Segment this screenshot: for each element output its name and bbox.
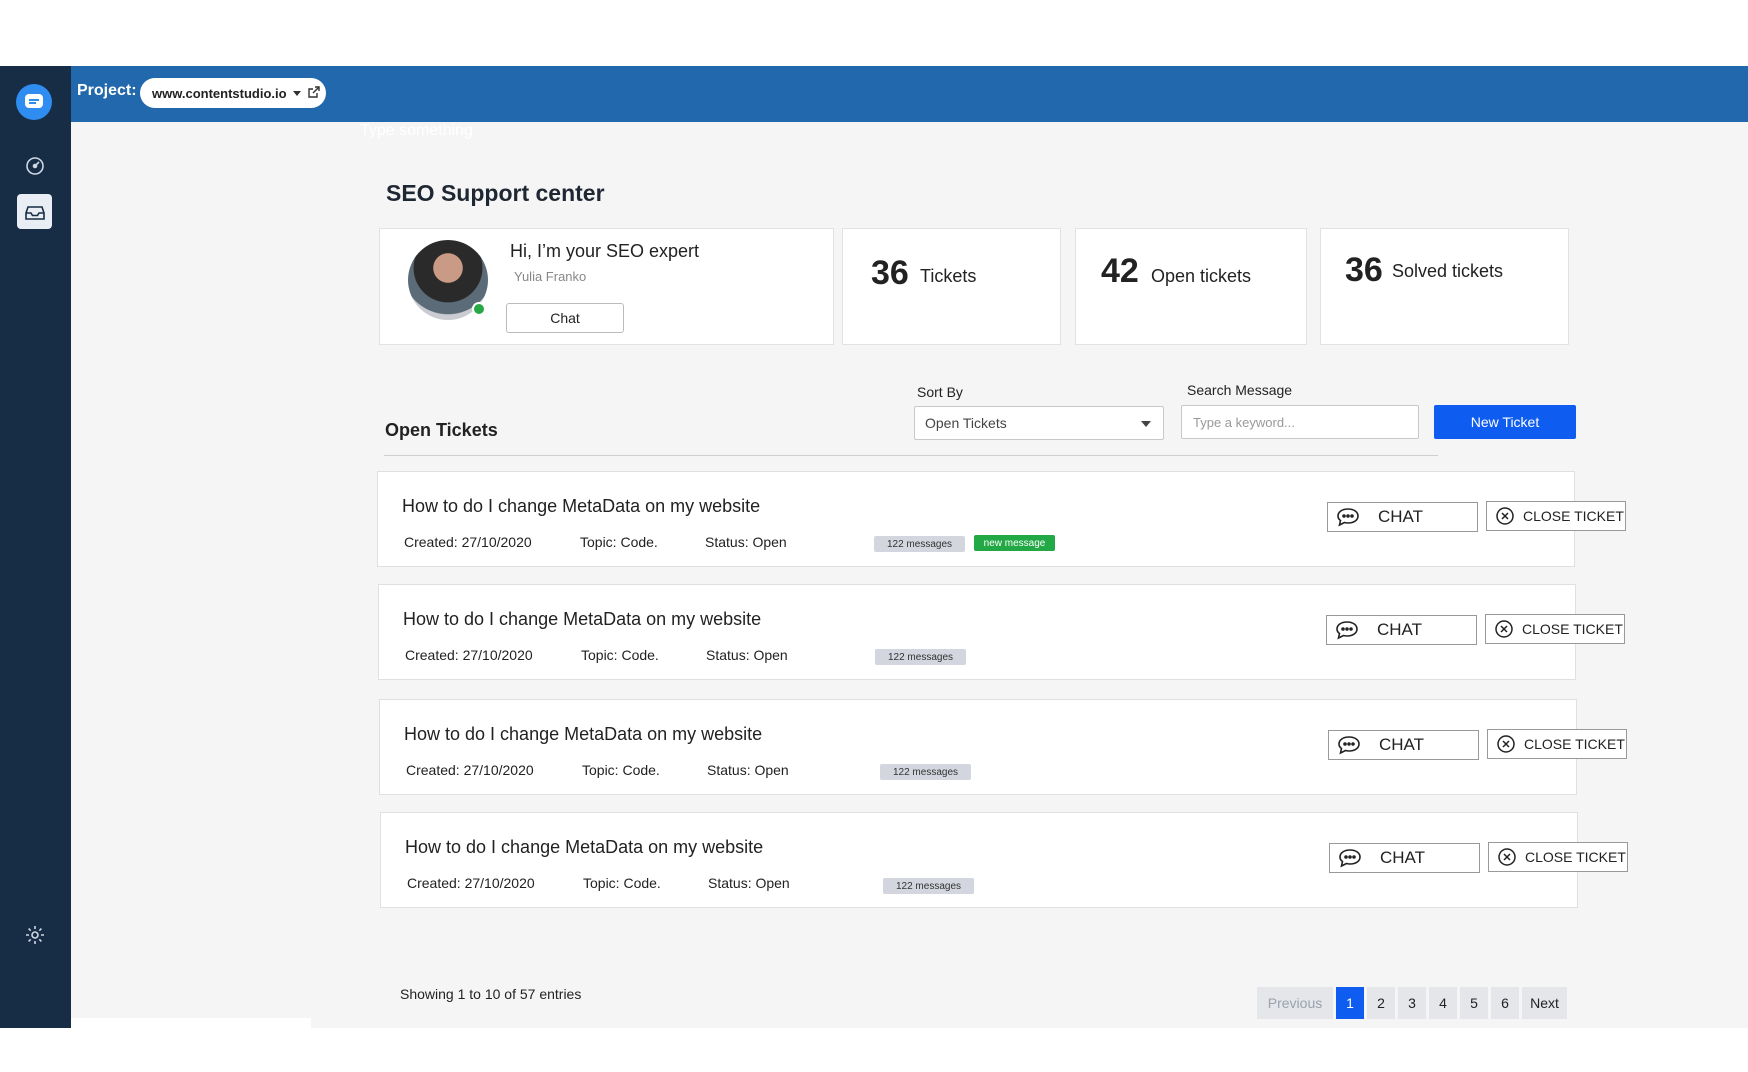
- stat-number: 42: [1101, 252, 1139, 290]
- ticket-title[interactable]: How to do I change MetaData on my websit…: [403, 609, 761, 630]
- stat-card-open: 42 Open tickets: [1075, 228, 1307, 345]
- close-ticket-button[interactable]: CLOSE TICKET: [1486, 501, 1626, 531]
- chat-button[interactable]: CHAT: [1326, 615, 1477, 645]
- page-button-1[interactable]: 1: [1336, 987, 1364, 1019]
- stat-number: 36: [1345, 251, 1383, 289]
- close-ticket-button[interactable]: CLOSE TICKET: [1485, 614, 1625, 644]
- close-ticket-button[interactable]: CLOSE TICKET: [1487, 729, 1627, 759]
- close-ticket-label: CLOSE TICKET: [1523, 508, 1624, 524]
- messages-badge: 122 messages: [874, 536, 965, 552]
- footer-strip: [355, 1036, 1748, 1072]
- footer-strip: [71, 1018, 311, 1072]
- close-ticket-button[interactable]: CLOSE TICKET: [1488, 842, 1628, 872]
- ticket-title[interactable]: How to do I change MetaData on my websit…: [402, 496, 760, 517]
- page-button-5[interactable]: 5: [1460, 987, 1488, 1019]
- chat-bubble-icon: [1337, 508, 1359, 527]
- sort-select[interactable]: Open Tickets: [914, 406, 1164, 440]
- ticket-created: Created: 27/10/2020: [407, 875, 535, 891]
- page-button-2[interactable]: 2: [1367, 987, 1395, 1019]
- close-ticket-label: CLOSE TICKET: [1525, 849, 1626, 865]
- project-value: www.contentstudio.io: [152, 85, 287, 101]
- expert-chat-button[interactable]: Chat: [506, 303, 624, 333]
- chevron-down-icon: [1141, 421, 1151, 427]
- messages-badge: 122 messages: [883, 878, 974, 894]
- chat-button[interactable]: CHAT: [1329, 843, 1480, 873]
- page-button-3[interactable]: 3: [1398, 987, 1426, 1019]
- project-label: Project:: [77, 82, 137, 99]
- expert-name: Yulia Franko: [514, 269, 587, 284]
- pagination: Previous 1 2 3 4 5 6 Next: [1257, 987, 1567, 1019]
- ticket-status: Status: Open: [708, 875, 790, 891]
- close-ticket-label: CLOSE TICKET: [1524, 736, 1625, 752]
- messages-badge: 122 messages: [875, 649, 966, 665]
- gear-icon[interactable]: [17, 917, 52, 952]
- expert-greeting: Hi, I’m your SEO expert: [510, 241, 700, 261]
- page-title: SEO Support center: [386, 180, 605, 206]
- main-content: Type something SEO Support center Hi, I’…: [71, 122, 1748, 1028]
- ticket-created: Created: 27/10/2020: [405, 647, 533, 663]
- ticket-row: How to do I change MetaData on my websit…: [379, 699, 1627, 795]
- stat-label: Tickets: [920, 266, 977, 286]
- section-title: Open Tickets: [385, 420, 498, 440]
- chat-label: CHAT: [1378, 507, 1424, 526]
- divider: [384, 455, 1438, 456]
- ticket-status: Status: Open: [706, 647, 788, 663]
- page-button-6[interactable]: 6: [1491, 987, 1519, 1019]
- ticket-row: How to do I change MetaData on my websit…: [377, 471, 1626, 567]
- ticket-topic: Topic: Code.: [580, 534, 658, 550]
- close-circle-icon: [1498, 848, 1516, 866]
- stat-label: Solved tickets: [1392, 261, 1504, 281]
- ticket-topic: Topic: Code.: [583, 875, 661, 891]
- close-circle-icon: [1496, 507, 1514, 525]
- sort-label: Sort By: [917, 384, 963, 400]
- chat-label: CHAT: [1377, 620, 1423, 639]
- chat-logo-icon[interactable]: [16, 84, 52, 120]
- search-input[interactable]: [1181, 405, 1419, 439]
- new-message-badge: new message: [974, 535, 1055, 551]
- expert-card: Hi, I’m your SEO expert Yulia Franko Cha…: [379, 228, 834, 345]
- next-page-button[interactable]: Next: [1522, 987, 1567, 1019]
- sidebar: [0, 66, 71, 1028]
- ticket-topic: Topic: Code.: [582, 762, 660, 778]
- sort-value: Open Tickets: [925, 415, 1007, 431]
- close-ticket-label: CLOSE TICKET: [1522, 621, 1623, 637]
- search-label: Search Message: [1187, 382, 1293, 398]
- stat-number: 36: [871, 254, 909, 292]
- messages-badge: 122 messages: [880, 764, 971, 780]
- chat-label: CHAT: [1379, 735, 1425, 754]
- ticket-status: Status: Open: [705, 534, 787, 550]
- dashboard-icon[interactable]: [17, 148, 52, 183]
- online-status-dot: [472, 302, 486, 316]
- stat-card-solved: 36 Solved tickets: [1320, 228, 1569, 345]
- close-circle-icon: [1497, 735, 1515, 753]
- ticket-created: Created: 27/10/2020: [404, 534, 532, 550]
- chat-bubble-icon: [1336, 621, 1358, 640]
- inbox-icon[interactable]: [17, 194, 52, 229]
- chat-bubble-icon: [1339, 849, 1361, 868]
- ticket-title[interactable]: How to do I change MetaData on my websit…: [404, 724, 762, 745]
- ticket-row: How to do I change MetaData on my websit…: [378, 584, 1625, 680]
- ticket-row: How to do I change MetaData on my websit…: [380, 812, 1628, 908]
- stat-label: Open tickets: [1151, 266, 1252, 286]
- new-ticket-button[interactable]: New Ticket: [1434, 405, 1576, 439]
- ticket-status: Status: Open: [707, 762, 789, 778]
- chevron-down-icon: [292, 90, 301, 96]
- external-link-icon[interactable]: [307, 85, 321, 102]
- ticket-topic: Topic: Code.: [581, 647, 659, 663]
- ticket-created: Created: 27/10/2020: [406, 762, 534, 778]
- chat-button[interactable]: CHAT: [1328, 730, 1479, 760]
- stat-card-tickets: 36 Tickets: [842, 228, 1061, 345]
- search-hint: Type something: [360, 122, 473, 139]
- page-button-4[interactable]: 4: [1429, 987, 1457, 1019]
- previous-page-button[interactable]: Previous: [1257, 987, 1333, 1019]
- chat-bubble-icon: [1338, 736, 1360, 755]
- chat-button[interactable]: CHAT: [1327, 502, 1478, 532]
- ticket-title[interactable]: How to do I change MetaData on my websit…: [405, 837, 763, 858]
- pagination-summary: Showing 1 to 10 of 57 entries: [400, 986, 582, 1002]
- close-circle-icon: [1495, 620, 1513, 638]
- chat-label: CHAT: [1380, 848, 1426, 867]
- project-selector[interactable]: www.contentstudio.io: [140, 78, 326, 108]
- top-bar: Project: www.contentstudio.io: [71, 66, 1748, 122]
